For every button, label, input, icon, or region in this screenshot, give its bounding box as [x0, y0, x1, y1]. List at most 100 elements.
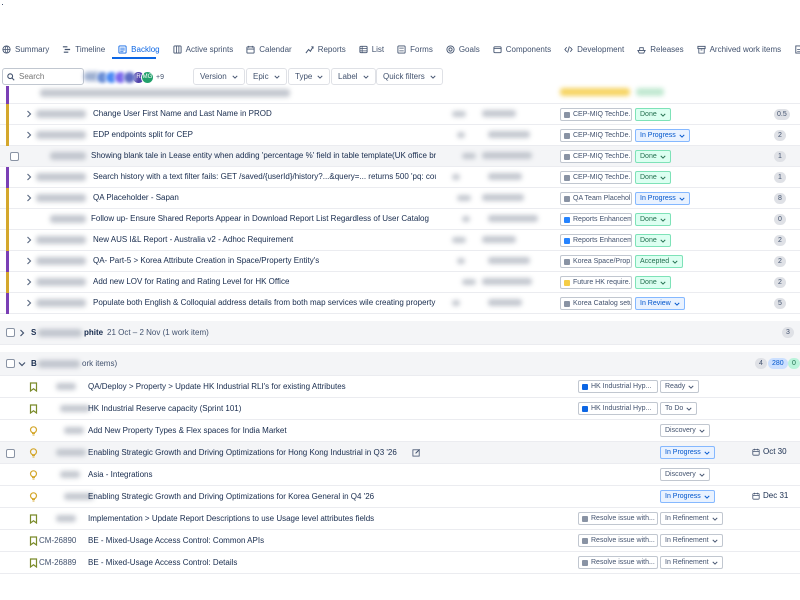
chevron-right-icon[interactable]: [25, 257, 33, 265]
work-item-summary[interactable]: Implementation > Update Report Descripti…: [88, 514, 434, 523]
label-filter-button[interactable]: Label: [331, 68, 376, 85]
table-row[interactable]: Populate both English & Colloquial addre…: [0, 293, 800, 314]
status-dropdown[interactable]: Done: [635, 108, 671, 121]
table-row[interactable]: New AUS I&L Report - Australia v2 - Adho…: [0, 230, 800, 251]
table-row[interactable]: HK Industrial Reserve capacity (Sprint 1…: [0, 398, 800, 420]
tab-timeline[interactable]: Timeline: [62, 45, 105, 54]
story-points-badge[interactable]: 0: [774, 214, 786, 225]
work-item-summary[interactable]: Showing blank tale in Lease entity when …: [91, 151, 436, 160]
status-dropdown[interactable]: In Progress: [635, 192, 690, 205]
story-points-badge[interactable]: 1: [774, 172, 786, 183]
tab-forms[interactable]: Forms: [397, 45, 433, 54]
work-item-summary[interactable]: QA- Part-5 > Korea Attribute Creation in…: [93, 256, 436, 265]
table-row[interactable]: EDP endpoints split for CEP CEP-MIQ TechD…: [0, 125, 800, 146]
sprint-header[interactable]: S phite 21 Oct – 2 Nov (1 work item) 3: [0, 321, 800, 345]
table-row[interactable]: Implementation > Update Report Descripti…: [0, 508, 800, 530]
status-dropdown[interactable]: Done: [635, 171, 671, 184]
work-item-summary[interactable]: BE - Mixed-Usage Access Control: Common …: [88, 536, 434, 545]
tab-components[interactable]: Components: [493, 45, 551, 54]
work-item-summary[interactable]: Add new LOV for Rating and Rating Level …: [93, 277, 436, 286]
work-item-summary[interactable]: Add New Property Types & Flex spaces for…: [88, 426, 434, 435]
backlog-header[interactable]: B ork items) 4 280 0: [0, 352, 800, 376]
quick-filters-button[interactable]: Quick filters: [376, 68, 443, 85]
story-points-badge[interactable]: 8: [774, 193, 786, 204]
status-dropdown[interactable]: In Refinement: [660, 534, 723, 547]
work-item-summary[interactable]: HK Industrial Reserve capacity (Sprint 1…: [88, 404, 434, 413]
table-row[interactable]: Enabling Strategic Growth and Driving Op…: [0, 486, 800, 508]
due-date[interactable]: Dec 31: [752, 491, 788, 500]
table-row[interactable]: QA/Deploy > Property > Update HK Industr…: [0, 376, 800, 398]
table-row[interactable]: QA Placeholder - Sapan QA Team Placehol..…: [0, 188, 800, 209]
epic-lozenge[interactable]: Korea Space/Prop...: [560, 255, 632, 268]
avatar-more-count[interactable]: +9: [156, 74, 164, 81]
story-points-badge[interactable]: 2: [774, 130, 786, 141]
work-item-key[interactable]: CM-26890: [39, 536, 76, 545]
work-item-summary[interactable]: Populate both English & Colloquial addre…: [93, 298, 436, 307]
table-row[interactable]: Add New Property Types & Flex spaces for…: [0, 420, 800, 442]
type-filter-button[interactable]: Type: [288, 68, 331, 85]
chevron-right-icon[interactable]: [25, 299, 33, 307]
status-dropdown[interactable]: To Do: [660, 402, 698, 415]
search-box[interactable]: [2, 68, 84, 85]
table-row[interactable]: Follow up- Ensure Shared Reports Appear …: [0, 209, 800, 230]
avatar-group[interactable]: R MG +9: [96, 70, 164, 84]
story-points-badge[interactable]: 1: [774, 151, 786, 162]
table-row[interactable]: CM-26890 BE - Mixed-Usage Access Control:…: [0, 530, 800, 552]
story-points-badge[interactable]: 5: [774, 298, 786, 309]
work-item-summary[interactable]: QA Placeholder - Sapan: [93, 193, 436, 202]
table-row[interactable]: Asia - Integrations Discovery: [0, 464, 800, 486]
work-item-summary[interactable]: QA/Deploy > Property > Update HK Industr…: [88, 382, 434, 391]
work-item-summary[interactable]: Asia - Integrations: [88, 470, 434, 479]
tab-goals[interactable]: Goals: [446, 45, 480, 54]
tab-list[interactable]: List: [359, 45, 384, 54]
work-item-key[interactable]: CM-26889: [39, 558, 76, 567]
epic-lozenge[interactable]: Reports Enhancem...: [560, 213, 632, 226]
table-row[interactable]: Showing blank tale in Lease entity when …: [0, 146, 800, 167]
status-dropdown[interactable]: Accepted: [635, 255, 684, 268]
epic-lozenge[interactable]: CEP-MIQ TechDe...: [560, 171, 632, 184]
work-item-summary[interactable]: Enabling Strategic Growth and Driving Op…: [88, 448, 410, 457]
tab-reports[interactable]: Reports: [305, 45, 346, 54]
story-points-badge[interactable]: 2: [774, 277, 786, 288]
table-row[interactable]: Add new LOV for Rating and Rating Level …: [0, 272, 800, 293]
table-row[interactable]: QA- Part-5 > Korea Attribute Creation in…: [0, 251, 800, 272]
epic-lozenge[interactable]: Resolve issue with...: [578, 556, 658, 569]
table-row[interactable]: Enabling Strategic Growth and Driving Op…: [0, 442, 800, 464]
epic-lozenge[interactable]: CEP-MIQ TechDe...: [560, 129, 632, 142]
row-checkbox[interactable]: [10, 152, 19, 161]
tab-archived-work-items[interactable]: Archived work items: [697, 45, 781, 54]
status-dropdown[interactable]: In Refinement: [660, 556, 723, 569]
tab-summary[interactable]: Summary: [2, 45, 49, 54]
avatar-mg[interactable]: MG: [141, 70, 154, 84]
status-dropdown[interactable]: Done: [635, 276, 671, 289]
work-item-summary[interactable]: New AUS I&L Report - Australia v2 - Adho…: [93, 235, 436, 244]
epic-lozenge[interactable]: CEP-MIQ TechDe...: [560, 108, 632, 121]
status-dropdown[interactable]: In Progress: [660, 490, 715, 503]
tab-releases[interactable]: Releases: [637, 45, 684, 54]
chevron-right-icon[interactable]: [25, 131, 33, 139]
status-dropdown[interactable]: Discovery: [660, 424, 710, 437]
tab-calendar[interactable]: Calendar: [246, 45, 292, 54]
work-item-summary[interactable]: BE - Mixed-Usage Access Control: Details: [88, 558, 434, 567]
epic-filter-button[interactable]: Epic: [246, 68, 287, 85]
work-item-summary[interactable]: EDP endpoints split for CEP: [93, 130, 436, 139]
work-item-summary[interactable]: Follow up- Ensure Shared Reports Appear …: [91, 214, 436, 223]
work-item-summary[interactable]: Search history with a text filter fails:…: [93, 172, 436, 181]
status-dropdown[interactable]: Discovery: [660, 468, 710, 481]
story-points-badge[interactable]: 0.5: [774, 109, 790, 120]
tab-development[interactable]: Development: [564, 45, 624, 54]
tab-active-sprints[interactable]: Active sprints: [173, 45, 233, 54]
epic-lozenge[interactable]: Resolve issue with...: [578, 512, 658, 525]
status-dropdown[interactable]: Done: [635, 213, 671, 226]
epic-lozenge[interactable]: Future HK require...: [560, 276, 632, 289]
chevron-right-icon[interactable]: [25, 110, 33, 118]
table-row[interactable]: Search history with a text filter fails:…: [0, 167, 800, 188]
version-filter-button[interactable]: Version: [193, 68, 245, 85]
table-row-partial[interactable]: [0, 86, 800, 104]
story-points-badge[interactable]: 2: [774, 256, 786, 267]
chevron-right-icon[interactable]: [25, 278, 33, 286]
status-dropdown[interactable]: In Progress: [660, 446, 715, 459]
epic-lozenge[interactable]: HK Industrial Hyp...: [578, 402, 658, 415]
epic-lozenge[interactable]: CEP-MIQ TechDe...: [560, 150, 632, 163]
epic-lozenge[interactable]: Reports Enhancem...: [560, 234, 632, 247]
